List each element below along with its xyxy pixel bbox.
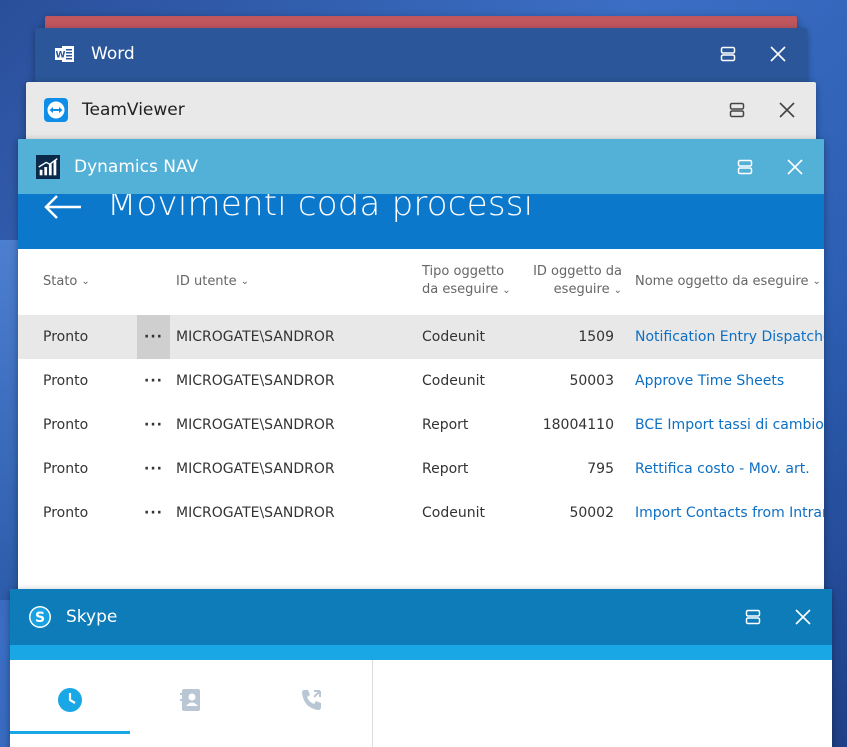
cell-tipo-oggetto: Codeunit bbox=[422, 505, 485, 521]
tab-recent[interactable] bbox=[10, 674, 130, 730]
tab-calls[interactable] bbox=[252, 674, 372, 730]
cell-tipo-oggetto: Codeunit bbox=[422, 329, 485, 345]
table-row[interactable]: Pronto ··· MICROGATE\SANDROR Report 1800… bbox=[18, 403, 824, 447]
teamviewer-title: TeamViewer bbox=[82, 100, 185, 120]
table-header: Stato ⌄ ID utente ⌄ Tipo oggetto da esegui… bbox=[18, 249, 824, 315]
snap-layout-button[interactable] bbox=[734, 156, 756, 178]
row-menu-button[interactable]: ··· bbox=[137, 315, 170, 359]
cell-stato: Pronto bbox=[43, 373, 89, 389]
cell-nome-oggetto-link[interactable]: Approve Time Sheets bbox=[635, 359, 784, 403]
close-icon[interactable] bbox=[792, 606, 814, 628]
cell-id-oggetto: 18004110 bbox=[542, 417, 614, 433]
active-tab-indicator bbox=[10, 731, 130, 734]
row-menu-button[interactable]: ··· bbox=[137, 403, 170, 447]
skype-window[interactable]: S Skype bbox=[10, 589, 832, 747]
row-menu-button[interactable]: ··· bbox=[137, 359, 170, 403]
calls-icon bbox=[299, 687, 325, 718]
chevron-down-icon: ⌄ bbox=[812, 276, 821, 287]
dynamics-title: Dynamics NAV bbox=[74, 156, 199, 177]
table-row[interactable]: Pronto ··· MICROGATE\SANDROR Codeunit 50… bbox=[18, 359, 824, 403]
dynamics-nav-window[interactable]: Dynamics NAV Movimenti coda processi Sta… bbox=[18, 139, 824, 609]
cell-id-oggetto: 50003 bbox=[569, 373, 614, 389]
cell-id-oggetto: 1509 bbox=[578, 329, 614, 345]
back-arrow-icon[interactable] bbox=[43, 194, 83, 226]
snap-layout-button[interactable] bbox=[717, 43, 739, 65]
column-header-tipo-oggetto[interactable]: Tipo oggetto da eseguire ⌄ bbox=[422, 263, 511, 300]
skype-accent-band bbox=[10, 645, 832, 660]
dynamics-nav-icon bbox=[36, 154, 60, 179]
cell-id-oggetto: 50002 bbox=[569, 505, 614, 521]
teamviewer-icon bbox=[44, 98, 68, 122]
column-label: da eseguire bbox=[422, 282, 499, 297]
column-label: Nome oggetto da eseguire bbox=[635, 274, 809, 289]
cell-id-utente: MICROGATE\SANDROR bbox=[176, 461, 335, 477]
close-icon[interactable] bbox=[767, 43, 789, 65]
cell-id-utente: MICROGATE\SANDROR bbox=[176, 417, 335, 433]
cell-nome-oggetto-link[interactable]: BCE Import tassi di cambio bbox=[635, 403, 824, 447]
chevron-down-icon: ⌄ bbox=[81, 276, 90, 287]
close-icon[interactable] bbox=[776, 99, 798, 121]
chevron-down-icon: ⌄ bbox=[613, 285, 622, 296]
process-queue-table: Stato ⌄ ID utente ⌄ Tipo oggetto da esegui… bbox=[18, 249, 824, 535]
column-label: Stato bbox=[43, 274, 78, 289]
snap-layout-button[interactable] bbox=[742, 606, 764, 628]
column-label: eseguire bbox=[553, 282, 610, 297]
word-titlebar[interactable]: W Word bbox=[35, 28, 807, 80]
cell-stato: Pronto bbox=[43, 461, 89, 477]
cell-id-utente: MICROGATE\SANDROR bbox=[176, 329, 335, 345]
chevron-down-icon: ⌄ bbox=[502, 285, 511, 296]
skype-sidebar bbox=[10, 660, 373, 747]
table-row[interactable]: Pronto ··· MICROGATE\SANDROR Report 795 … bbox=[18, 447, 824, 491]
cell-tipo-oggetto: Codeunit bbox=[422, 373, 485, 389]
cell-stato: Pronto bbox=[43, 505, 89, 521]
column-label: ID oggetto da bbox=[533, 264, 622, 279]
teamviewer-titlebar[interactable]: TeamViewer bbox=[26, 82, 816, 138]
cell-tipo-oggetto: Report bbox=[422, 417, 469, 433]
cell-id-utente: MICROGATE\SANDROR bbox=[176, 505, 335, 521]
cell-nome-oggetto-link[interactable]: Notification Entry Dispatcher bbox=[635, 315, 824, 359]
column-header-nome-oggetto[interactable]: Nome oggetto da eseguire ⌄ bbox=[635, 273, 821, 291]
column-label: Tipo oggetto bbox=[422, 264, 505, 279]
svg-text:S: S bbox=[35, 610, 45, 626]
page-header: Movimenti coda processi bbox=[18, 194, 824, 249]
skype-title: Skype bbox=[66, 607, 118, 627]
row-menu-button[interactable]: ··· bbox=[137, 491, 170, 535]
cell-nome-oggetto-link[interactable]: Rettifica costo - Mov. art. bbox=[635, 447, 810, 491]
skype-titlebar[interactable]: S Skype bbox=[10, 589, 832, 645]
cell-tipo-oggetto: Report bbox=[422, 461, 469, 477]
dynamics-titlebar[interactable]: Dynamics NAV bbox=[18, 139, 824, 194]
page-title: Movimenti coda processi bbox=[107, 194, 534, 224]
cell-nome-oggetto-link[interactable]: Import Contacts from Intrane bbox=[635, 491, 824, 535]
tab-contacts[interactable] bbox=[131, 674, 251, 730]
word-title: Word bbox=[91, 44, 135, 64]
table-row[interactable]: Pronto ··· MICROGATE\SANDROR Codeunit 50… bbox=[18, 491, 824, 535]
close-icon[interactable] bbox=[784, 156, 806, 178]
cell-stato: Pronto bbox=[43, 417, 89, 433]
table-row[interactable]: Pronto ··· MICROGATE\SANDROR Codeunit 15… bbox=[18, 315, 824, 359]
column-label: ID utente bbox=[176, 274, 237, 289]
column-header-stato[interactable]: Stato ⌄ bbox=[43, 273, 90, 291]
contacts-icon bbox=[179, 688, 203, 717]
svg-text:W: W bbox=[56, 51, 66, 61]
skype-icon: S bbox=[28, 605, 52, 629]
cell-id-utente: MICROGATE\SANDROR bbox=[176, 373, 335, 389]
row-menu-button[interactable]: ··· bbox=[137, 447, 170, 491]
cell-id-oggetto: 795 bbox=[587, 461, 614, 477]
column-header-id-oggetto[interactable]: ID oggetto da eseguire ⌄ bbox=[533, 263, 622, 300]
column-header-id-utente[interactable]: ID utente ⌄ bbox=[176, 273, 249, 291]
chevron-down-icon: ⌄ bbox=[240, 276, 250, 287]
word-icon: W bbox=[53, 42, 77, 66]
recent-icon bbox=[57, 687, 83, 718]
snap-layout-button[interactable] bbox=[726, 99, 748, 121]
cell-stato: Pronto bbox=[43, 329, 89, 345]
